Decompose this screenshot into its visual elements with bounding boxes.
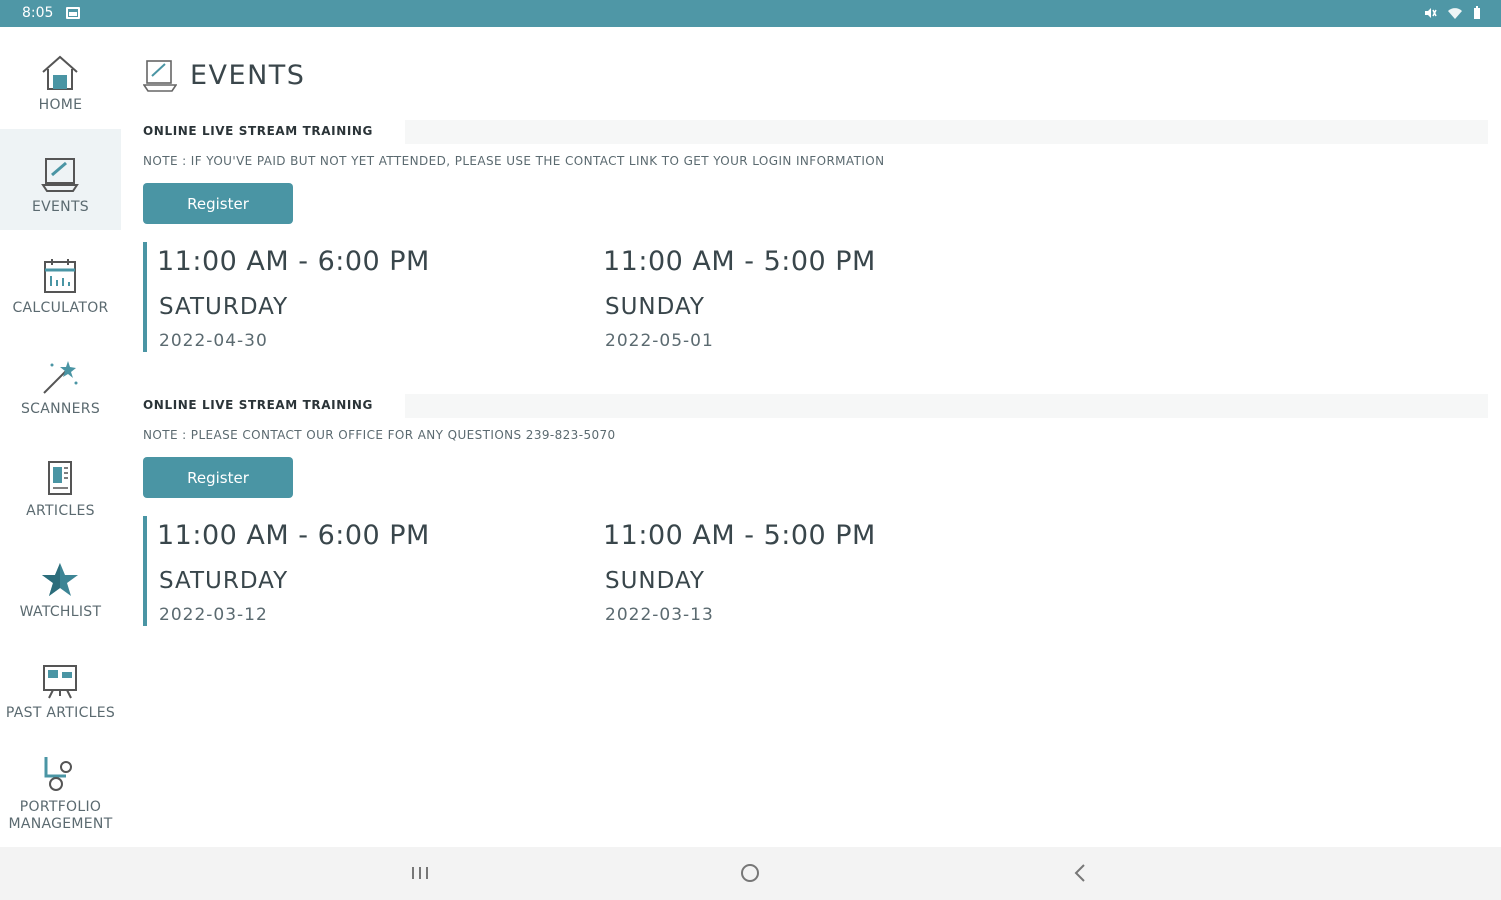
events-icon — [143, 60, 177, 92]
slot-day: SUNDAY — [605, 294, 705, 320]
sidebar-item-label: WATCHLIST — [19, 604, 102, 620]
presentation-icon — [43, 665, 77, 699]
status-bar: 8:05 — [0, 0, 1501, 27]
sidebar-item-label: PAST ARTICLES — [5, 705, 116, 721]
star-icon — [42, 563, 78, 596]
event-note: NOTE : PLEASE CONTACT OUR OFFICE FOR ANY… — [143, 428, 616, 442]
event-title: ONLINE LIVE STREAM TRAINING — [143, 124, 373, 138]
sidebar-item-label: HOME — [38, 97, 83, 113]
sidebar-item-label-line2: MANAGEMENT — [8, 816, 113, 832]
slot-day: SATURDAY — [159, 294, 289, 320]
sidebar-item-home[interactable]: HOME — [0, 27, 121, 128]
events-icon — [41, 158, 79, 192]
system-nav-bar — [0, 847, 1501, 900]
slot-date: 2022-03-12 — [159, 605, 268, 625]
status-icons — [1423, 5, 1481, 20]
portfolio-icon — [44, 757, 72, 791]
slot-time: 11:00 AM - 5:00 PM — [603, 520, 876, 551]
home-icon — [42, 55, 78, 90]
page-title: EVENTS — [190, 60, 306, 91]
calculator-icon — [44, 259, 76, 293]
mute-icon — [1424, 7, 1437, 18]
back-button[interactable] — [1060, 859, 1100, 887]
sidebar-item-label: CALCULATOR — [12, 300, 109, 316]
wifi-icon — [1447, 7, 1462, 19]
slot-day: SUNDAY — [605, 568, 705, 594]
slot-date: 2022-04-30 — [159, 331, 268, 351]
image-icon — [66, 7, 80, 19]
battery-icon — [1474, 5, 1480, 19]
home-nav-button[interactable] — [730, 859, 770, 887]
register-button[interactable]: Register — [143, 183, 293, 224]
sidebar-item-label: SCANNERS — [20, 401, 101, 417]
event-schedule: 11:00 AM - 6:00 PM SATURDAY 2022-03-12 1… — [143, 516, 1043, 626]
event-schedule: 11:00 AM - 6:00 PM SATURDAY 2022-04-30 1… — [143, 242, 1043, 352]
recent-apps-button[interactable] — [400, 859, 440, 887]
slot-time: 11:00 AM - 6:00 PM — [157, 520, 430, 551]
register-button[interactable]: Register — [143, 457, 293, 498]
event-note: NOTE : IF YOU'VE PAID BUT NOT YET ATTEND… — [143, 154, 885, 168]
sidebar-item-events[interactable]: EVENTS — [0, 129, 121, 230]
magic-wand-icon — [43, 361, 78, 394]
sidebar-item-calculator[interactable]: CALCULATOR — [0, 230, 121, 331]
home-circle-icon — [741, 864, 759, 882]
sidebar-item-label: EVENTS — [32, 199, 89, 215]
sidebar-item-watchlist[interactable]: WATCHLIST — [0, 534, 121, 635]
sidebar-item-past-articles[interactable]: PAST ARTICLES — [0, 635, 121, 736]
articles-icon — [48, 461, 72, 495]
slot-date: 2022-05-01 — [605, 331, 714, 351]
sidebar-item-label: ARTICLES — [26, 503, 95, 519]
event-title-bar: ONLINE LIVE STREAM TRAINING — [143, 394, 1488, 418]
back-chevron-icon — [1074, 864, 1085, 882]
slot-time: 11:00 AM - 6:00 PM — [157, 246, 430, 277]
sidebar-item-scanners[interactable]: SCANNERS — [0, 331, 121, 432]
event-title-bar: ONLINE LIVE STREAM TRAINING — [143, 120, 1488, 144]
recent-apps-icon — [412, 867, 428, 879]
slot-time: 11:00 AM - 5:00 PM — [603, 246, 876, 277]
slot-day: SATURDAY — [159, 568, 289, 594]
sidebar-item-label-line1: PORTFOLIO — [19, 799, 102, 815]
sidebar: HOME EVENTS CALCULATOR SCANNERS ARTICLES… — [0, 27, 121, 847]
slot-date: 2022-03-13 — [605, 605, 714, 625]
event-card: ONLINE LIVE STREAM TRAINING NOTE : PLEAS… — [143, 394, 1488, 634]
sidebar-item-portfolio-management[interactable]: PORTFOLIO MANAGEMENT — [0, 736, 121, 841]
event-card: ONLINE LIVE STREAM TRAINING NOTE : IF YO… — [143, 120, 1488, 360]
status-time: 8:05 — [22, 5, 54, 21]
event-title: ONLINE LIVE STREAM TRAINING — [143, 398, 373, 412]
sidebar-item-articles[interactable]: ARTICLES — [0, 433, 121, 534]
